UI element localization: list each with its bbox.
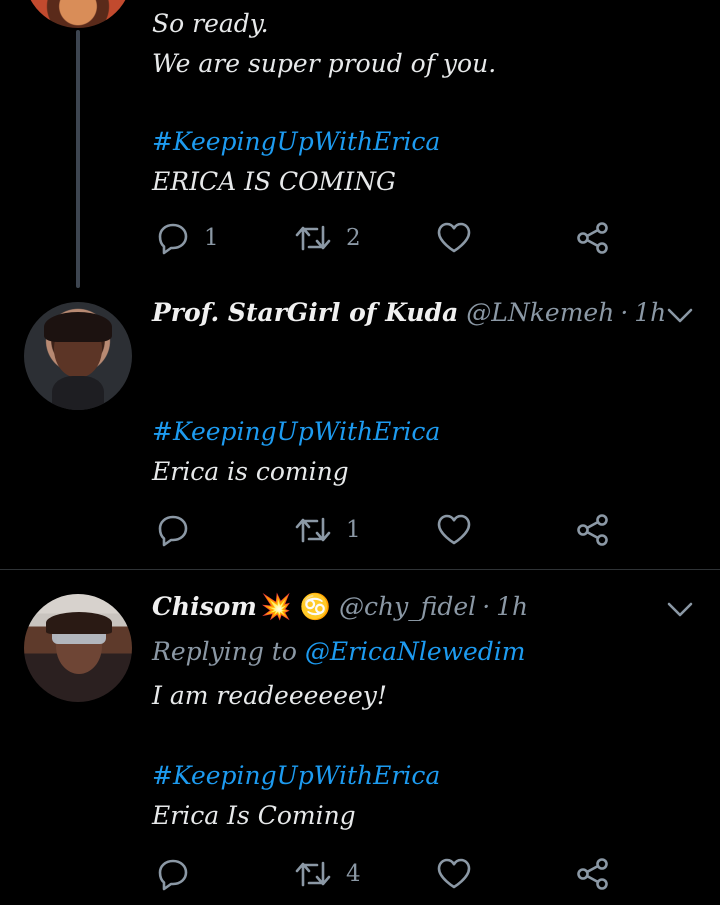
- tweet-2[interactable]: Prof. StarGirl of Kuda @LNkemeh · 1h #Ke…: [0, 290, 720, 568]
- reply-button[interactable]: 1: [156, 218, 219, 258]
- retweet-icon: [295, 861, 331, 887]
- avatar[interactable]: [24, 302, 132, 410]
- reply-count: 1: [204, 225, 219, 251]
- reply-icon: [158, 859, 188, 891]
- share-icon: [577, 514, 608, 546]
- retweet-count: 1: [346, 517, 361, 543]
- tweet-text-line: Erica Is Coming: [152, 801, 356, 830]
- retweet-button[interactable]: 1: [294, 510, 361, 550]
- retweet-button[interactable]: 4: [294, 854, 361, 894]
- separator-dot: ·: [620, 298, 629, 327]
- hashtag-link[interactable]: #KeepingUpWithErica: [152, 412, 440, 452]
- tweet-text-line: ERICA IS COMING: [152, 167, 396, 196]
- tweet-actions: 1 2: [152, 218, 622, 258]
- like-icon: [437, 858, 471, 889]
- retweet-count: 2: [346, 225, 361, 251]
- display-name[interactable]: Chisom: [152, 592, 257, 621]
- avatar[interactable]: [24, 0, 132, 28]
- tweet-text-line: We are super proud of you.: [152, 49, 497, 78]
- tweet-header: Chisom 💥 ♋ @chy_fidel · 1h: [152, 592, 528, 628]
- share-button[interactable]: [576, 218, 610, 258]
- thread-line: [76, 30, 80, 288]
- like-button[interactable]: [436, 218, 472, 258]
- chevron-down-icon[interactable]: [666, 600, 694, 620]
- tweet-1[interactable]: So ready. We are super proud of you. #Ke…: [0, 0, 720, 290]
- tweet-text-line: I am readeeeeeey!: [152, 681, 387, 710]
- replying-prefix: Replying to: [152, 637, 297, 666]
- separator-dot: ·: [482, 592, 491, 621]
- hashtag-link[interactable]: #KeepingUpWithErica: [152, 122, 440, 162]
- tweet-actions: 4: [152, 854, 622, 894]
- tweet-text-line: So ready.: [152, 9, 269, 38]
- display-name[interactable]: Prof. StarGirl of Kuda: [152, 298, 458, 327]
- timestamp[interactable]: 1h: [496, 592, 528, 621]
- reply-button[interactable]: [156, 510, 190, 550]
- like-icon: [437, 514, 471, 545]
- tweet-actions: 1: [152, 510, 622, 550]
- user-handle[interactable]: @LNkemeh: [466, 298, 614, 327]
- like-button[interactable]: [436, 854, 472, 894]
- retweet-icon: [295, 517, 331, 543]
- retweet-button[interactable]: 2: [294, 218, 361, 258]
- share-button[interactable]: [576, 510, 610, 550]
- tweet-3[interactable]: Chisom 💥 ♋ @chy_fidel · 1h Replying to @…: [0, 570, 720, 905]
- avatar[interactable]: [24, 594, 132, 702]
- share-button[interactable]: [576, 854, 610, 894]
- tweet-text-line: Erica is coming: [152, 457, 349, 486]
- reply-icon: [158, 515, 188, 547]
- timestamp[interactable]: 1h: [634, 298, 666, 327]
- retweet-count: 4: [346, 861, 361, 887]
- mention-link[interactable]: @EricaNlewedim: [305, 637, 526, 666]
- hashtag-link[interactable]: #KeepingUpWithErica: [152, 756, 440, 796]
- reply-button[interactable]: [156, 854, 190, 894]
- name-emoji: 💥 ♋: [260, 592, 331, 621]
- share-icon: [577, 222, 608, 254]
- user-handle[interactable]: @chy_fidel: [339, 592, 476, 621]
- reply-icon: [158, 223, 188, 255]
- share-icon: [577, 858, 608, 890]
- retweet-icon: [295, 225, 331, 251]
- tweet-header: Prof. StarGirl of Kuda @LNkemeh · 1h: [152, 298, 666, 334]
- chevron-down-icon[interactable]: [666, 306, 694, 326]
- like-button[interactable]: [436, 510, 472, 550]
- like-icon: [437, 222, 471, 253]
- replying-to-line: Replying to @EricaNlewedim: [152, 632, 526, 672]
